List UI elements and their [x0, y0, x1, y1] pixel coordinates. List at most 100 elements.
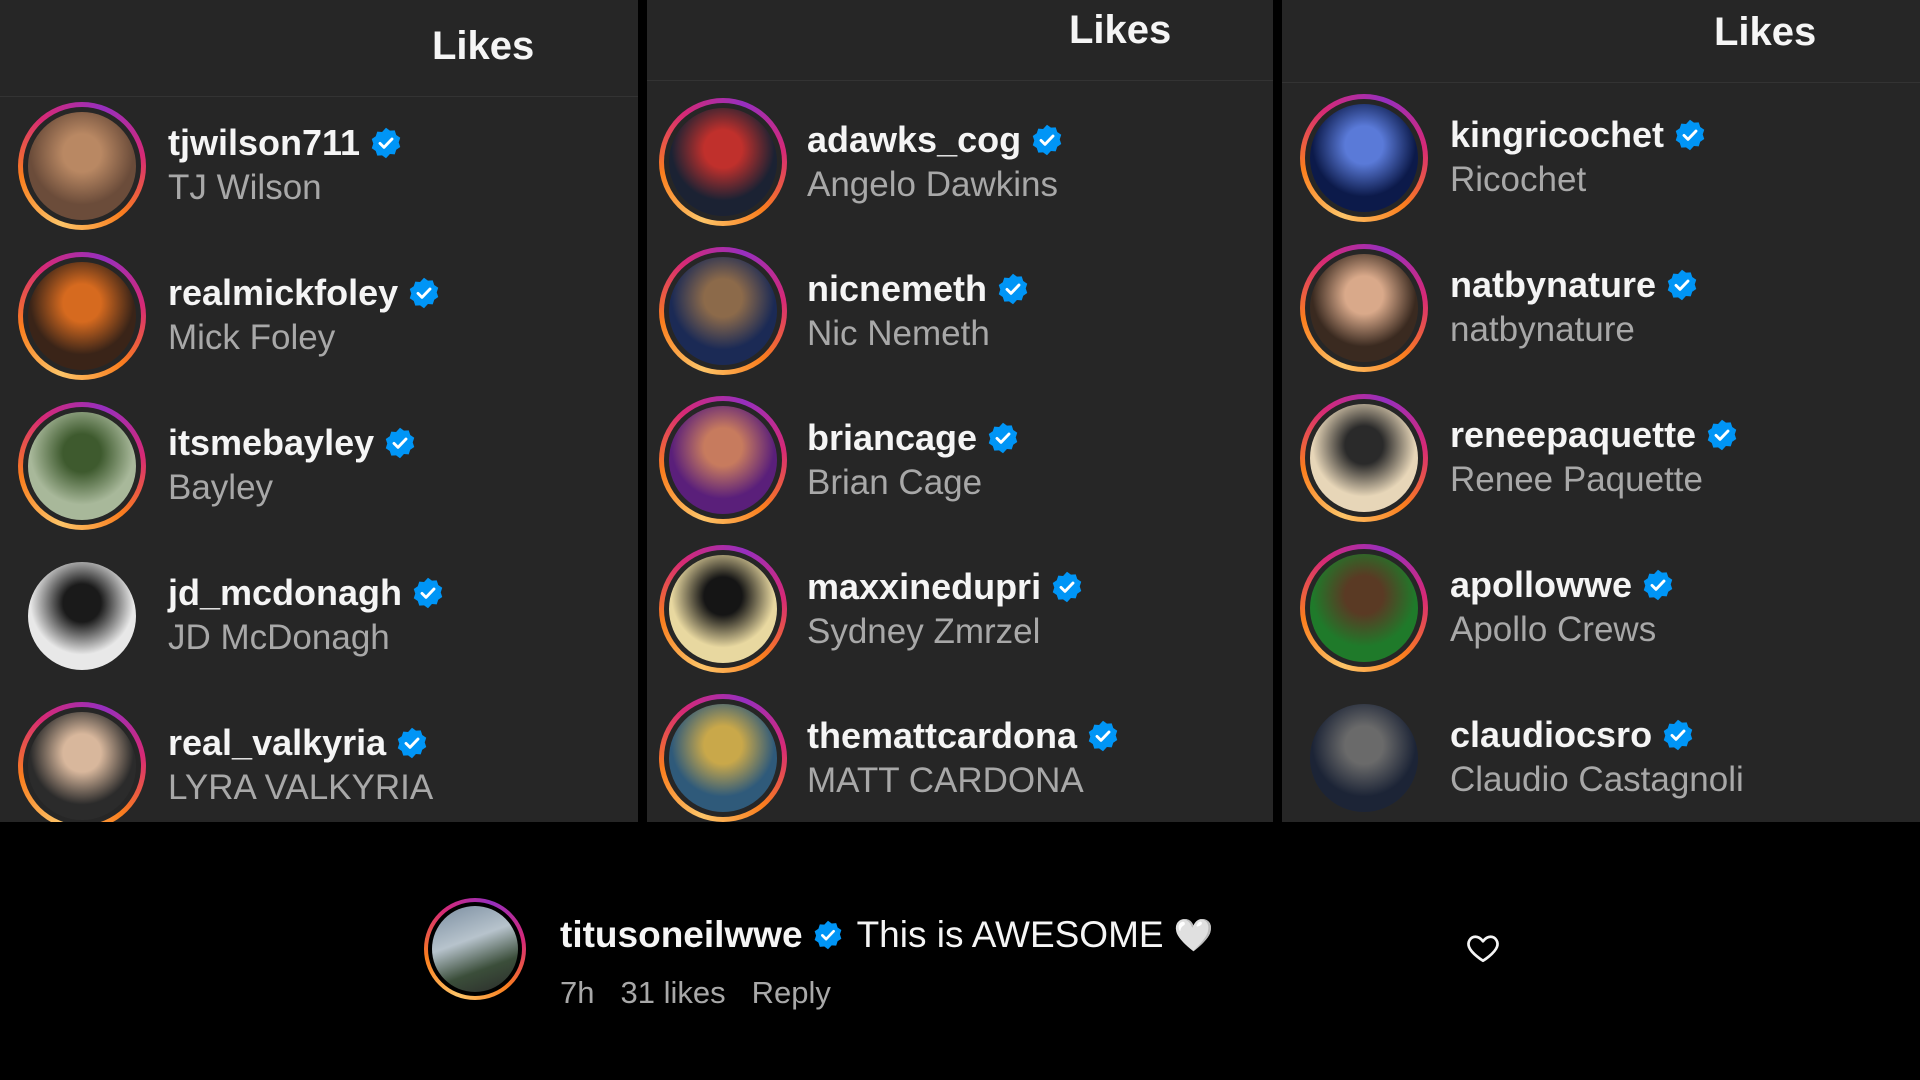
avatar-photo — [28, 262, 136, 370]
username[interactable]: maxxinedupri — [807, 566, 1041, 608]
username[interactable]: itsmebayley — [168, 422, 374, 464]
panel-title: Likes — [1714, 10, 1817, 54]
user-avatar[interactable] — [659, 396, 787, 524]
like-row[interactable]: reneepaquette Renee Paquette — [1282, 392, 1920, 542]
comment-likes-link[interactable]: 31 likes — [620, 975, 725, 1011]
like-row[interactable]: nicnemeth Nic Nemeth — [647, 245, 1273, 395]
user-avatar[interactable] — [1300, 94, 1428, 222]
avatar-photo — [28, 112, 136, 220]
commenter-photo — [432, 906, 518, 992]
likes-panel-3: Likes kingricochet Ricochet natbynature nat… — [1282, 0, 1920, 822]
avatar-photo — [1310, 104, 1418, 212]
username[interactable]: natbynature — [1450, 264, 1656, 306]
avatar-photo — [28, 562, 136, 670]
avatar-photo — [669, 108, 777, 216]
like-row[interactable]: claudiocsro Claudio Castagnoli — [1282, 692, 1920, 822]
user-avatar[interactable] — [18, 402, 146, 530]
like-row[interactable]: apollowwe Apollo Crews — [1282, 542, 1920, 692]
avatar-photo — [1310, 404, 1418, 512]
white-heart-emoji: 🤍 — [1173, 916, 1214, 954]
like-row[interactable]: real_valkyria LYRA VALKYRIA — [0, 700, 638, 822]
panel-header: Likes — [0, 0, 638, 97]
verified-badge-icon — [1663, 719, 1693, 751]
like-row[interactable]: themattcardona MATT CARDONA — [647, 692, 1273, 822]
full-name: Angelo Dawkins — [807, 165, 1058, 204]
verified-badge-icon — [998, 273, 1028, 305]
user-avatar[interactable] — [1300, 544, 1428, 672]
username[interactable]: apollowwe — [1450, 564, 1632, 606]
username[interactable]: realmickfoley — [168, 272, 398, 314]
like-row[interactable]: realmickfoley Mick Foley — [0, 250, 638, 400]
username[interactable]: real_valkyria — [168, 722, 386, 764]
verified-badge-icon — [385, 427, 415, 459]
full-name: natbynature — [1450, 310, 1635, 349]
username[interactable]: tjwilson711 — [168, 122, 360, 164]
verified-badge-icon — [409, 277, 439, 309]
full-name: JD McDonagh — [168, 618, 390, 657]
user-avatar[interactable] — [1300, 394, 1428, 522]
comment-meta: 7h 31 likes Reply — [560, 975, 831, 1011]
user-avatar[interactable] — [18, 252, 146, 380]
likes-panel-1: Likes tjwilson711 TJ Wilson realmickfoley M… — [0, 0, 638, 822]
username[interactable]: themattcardona — [807, 715, 1077, 757]
verified-badge-icon — [1088, 720, 1118, 752]
username[interactable]: nicnemeth — [807, 268, 987, 310]
like-row[interactable]: itsmebayley Bayley — [0, 400, 638, 550]
panel-title: Likes — [432, 24, 535, 68]
verified-badge-icon — [1052, 571, 1082, 603]
user-avatar[interactable] — [659, 545, 787, 673]
like-row[interactable]: jd_mcdonagh JD McDonagh — [0, 550, 638, 700]
panel-header: Likes — [647, 0, 1273, 81]
user-avatar[interactable] — [1300, 244, 1428, 372]
avatar-photo — [28, 712, 136, 820]
full-name: Ricochet — [1450, 160, 1587, 199]
verified-badge-icon — [814, 920, 841, 950]
like-row[interactable]: natbynature natbynature — [1282, 242, 1920, 392]
comment-line: titusoneilwwe This is AWESOME 🤍 — [560, 908, 1213, 962]
commenter-avatar[interactable] — [424, 898, 526, 1000]
avatar-photo — [669, 555, 777, 663]
username[interactable]: kingricochet — [1450, 114, 1664, 156]
verified-badge-icon — [988, 422, 1018, 454]
full-name: Brian Cage — [807, 463, 983, 502]
user-avatar[interactable] — [18, 552, 146, 680]
like-row[interactable]: briancage Brian Cage — [647, 394, 1273, 544]
panel-title: Likes — [1069, 8, 1172, 52]
user-avatar[interactable] — [659, 98, 787, 226]
comment-time: 7h — [560, 975, 595, 1010]
user-avatar[interactable] — [659, 247, 787, 375]
like-heart-icon[interactable] — [1464, 930, 1502, 966]
verified-badge-icon — [1643, 569, 1673, 601]
username[interactable]: briancage — [807, 417, 977, 459]
username[interactable]: reneepaquette — [1450, 414, 1696, 456]
full-name: Mick Foley — [168, 318, 336, 357]
like-row[interactable]: kingricochet Ricochet — [1282, 92, 1920, 242]
full-name: Apollo Crews — [1450, 610, 1657, 649]
user-avatar[interactable] — [659, 694, 787, 822]
username[interactable]: adawks_cog — [807, 119, 1021, 161]
username[interactable]: claudiocsro — [1450, 714, 1652, 756]
verified-badge-icon — [1032, 124, 1062, 156]
like-row[interactable]: tjwilson711 TJ Wilson — [0, 100, 638, 250]
user-avatar[interactable] — [1300, 694, 1428, 822]
comment-text: This is AWESOME — [856, 914, 1164, 955]
avatar-photo — [669, 257, 777, 365]
full-name: MATT CARDONA — [807, 761, 1084, 800]
user-avatar[interactable] — [18, 102, 146, 230]
verified-badge-icon — [1675, 119, 1705, 151]
full-name: Claudio Castagnoli — [1450, 760, 1744, 799]
like-row[interactable]: maxxinedupri Sydney Zmrzel — [647, 543, 1273, 693]
avatar-photo — [669, 704, 777, 812]
avatar-photo — [1310, 554, 1418, 662]
panel-header: Likes — [1282, 0, 1920, 83]
full-name: Bayley — [168, 468, 274, 507]
verified-badge-icon — [371, 127, 401, 159]
comment-username[interactable]: titusoneilwwe — [560, 914, 803, 956]
full-name: Nic Nemeth — [807, 314, 990, 353]
user-avatar[interactable] — [18, 702, 146, 822]
verified-badge-icon — [1667, 269, 1697, 301]
like-row[interactable]: adawks_cog Angelo Dawkins — [647, 96, 1273, 246]
verified-badge-icon — [397, 727, 427, 759]
comment-reply-button[interactable]: Reply — [752, 975, 831, 1011]
username[interactable]: jd_mcdonagh — [168, 572, 402, 614]
